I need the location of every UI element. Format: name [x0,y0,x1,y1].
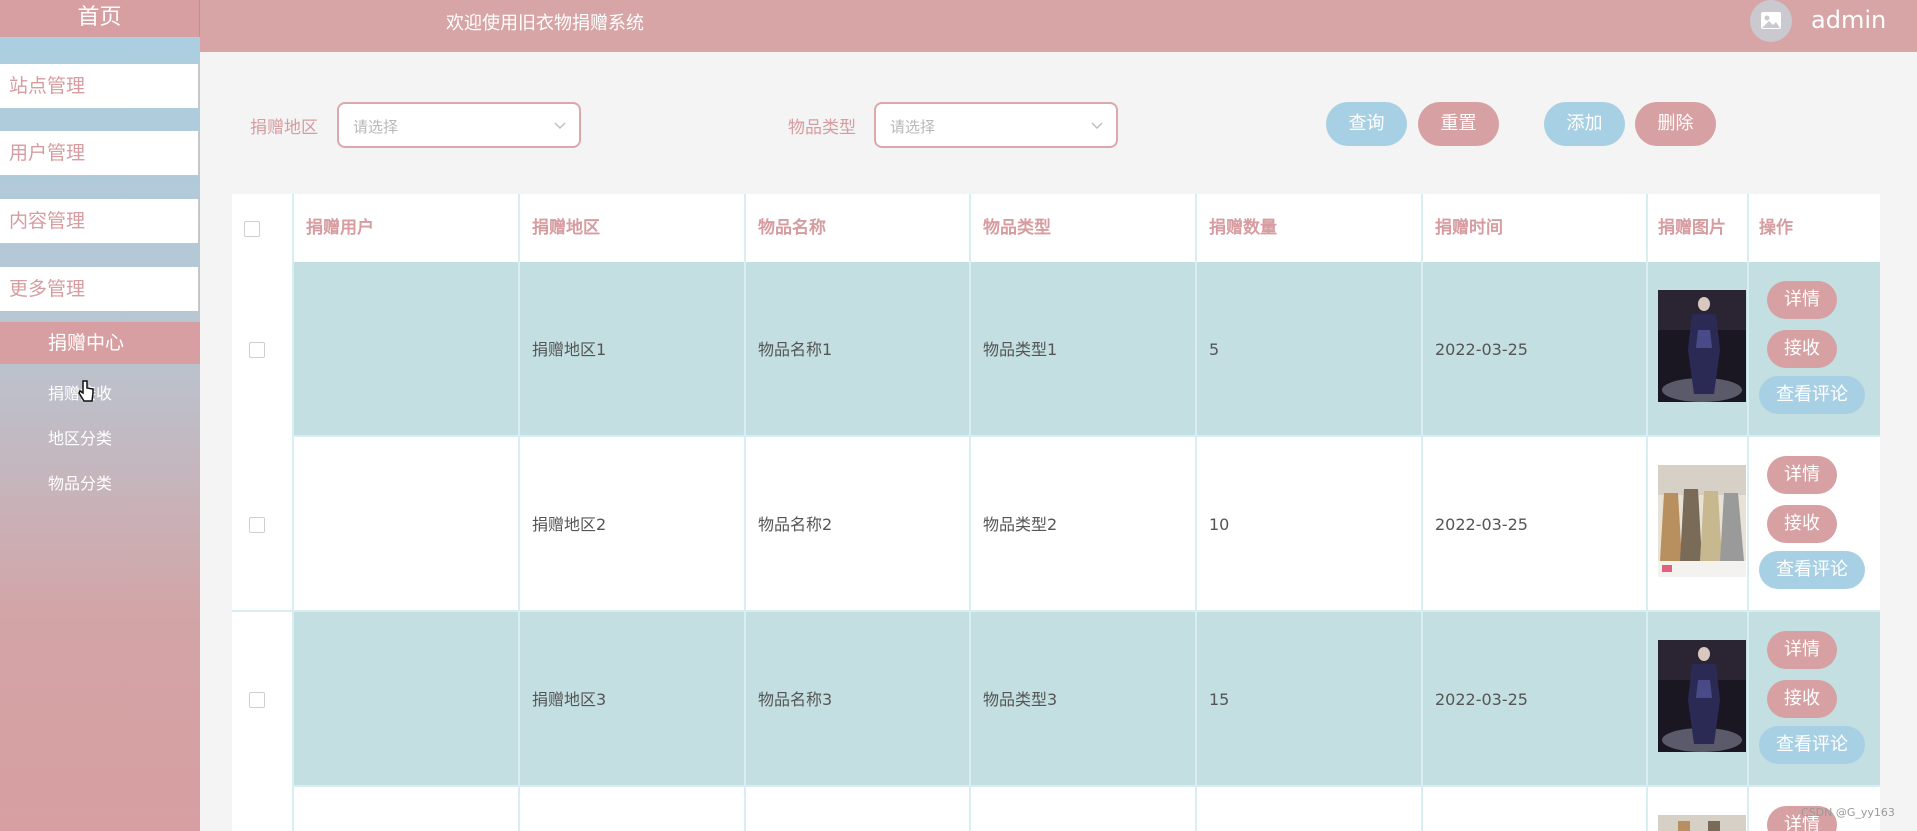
cell-region: 捐赠地区2 [520,437,746,612]
cell-item-name [746,787,971,831]
cell-item-name: 物品名称2 [746,437,971,612]
header-actions: 操作 [1749,194,1880,262]
type-select[interactable]: 请选择 [874,102,1118,148]
row-checkbox-cell [232,262,294,437]
table-header-row: 捐赠用户 捐赠地区 物品名称 物品类型 捐赠数量 捐赠时间 捐赠图片 操作 [232,194,1880,262]
receive-button[interactable]: 接收 [1767,680,1837,718]
menu-user-management[interactable]: 用户管理 [0,131,199,175]
region-select-placeholder: 请选择 [353,118,399,136]
header-item-name: 物品名称 [746,194,971,262]
cell-user [294,787,520,831]
cell-user [294,437,520,612]
detail-button[interactable]: 详情 [1767,456,1837,494]
header-quantity: 捐赠数量 [1197,194,1423,262]
view-comments-button[interactable]: 查看评论 [1759,551,1865,589]
menu-donation-center[interactable]: 捐赠中心 [0,322,200,364]
row-checkbox[interactable] [249,342,265,358]
sidebar-home[interactable]: 首页 [0,0,200,37]
cell-date: 2022-03-25 [1423,262,1648,437]
receive-button[interactable]: 接收 [1767,330,1837,368]
watermark: CSDN @G_yy163 [1801,806,1895,819]
cell-item-type: 物品类型1 [971,262,1197,437]
region-label: 捐赠地区 [250,118,318,138]
detail-button[interactable]: 详情 [1767,631,1837,669]
donation-image-gowns[interactable] [1658,815,1746,831]
cell-item-name: 物品名称3 [746,612,971,787]
avatar[interactable] [1750,0,1792,42]
header-region: 捐赠地区 [520,194,746,262]
donation-image-runway-dark[interactable] [1658,640,1746,752]
cell-region: 捐赠地区1 [520,262,746,437]
cell-quantity: 5 [1197,262,1423,437]
header-image: 捐赠图片 [1648,194,1749,262]
chevron-down-icon [1091,122,1103,130]
detail-button[interactable]: 详情 [1767,281,1837,319]
type-select-placeholder: 请选择 [890,118,936,136]
delete-button[interactable]: 删除 [1635,102,1716,146]
type-label: 物品类型 [788,118,856,138]
username[interactable]: admin [1811,6,1886,34]
cell-date: 2022-03-25 [1423,437,1648,612]
cell-date [1423,787,1648,831]
cell-quantity: 15 [1197,612,1423,787]
header-select-all-cell [232,194,294,262]
row-checkbox-cell [232,437,294,612]
row-checkbox-cell [232,612,294,787]
top-header: 欢迎使用旧衣物捐赠系统 admin [200,0,1917,52]
cell-quantity: 10 [1197,437,1423,612]
row-checkbox[interactable] [249,692,265,708]
receive-button[interactable]: 接收 [1767,505,1837,543]
header-user: 捐赠用户 [294,194,520,262]
donation-image-gowns[interactable] [1658,465,1746,577]
menu-more-management[interactable]: 更多管理 [0,267,199,311]
menu-content-management[interactable]: 内容管理 [0,199,199,243]
cell-item-type [971,787,1197,831]
hand-cursor-icon [78,380,94,402]
cell-actions: 详情 接收 查看评论 [1749,262,1880,437]
reset-button[interactable]: 重置 [1418,102,1499,146]
cell-region: 捐赠地区3 [520,612,746,787]
cell-image [1648,262,1749,437]
submenu-item-category[interactable]: 物品分类 [48,470,112,494]
cell-quantity [1197,787,1423,831]
menu-site-management[interactable]: 站点管理 [0,64,199,108]
image-icon [1761,12,1781,29]
welcome-text: 欢迎使用旧衣物捐赠系统 [446,13,644,34]
cell-item-type: 物品类型2 [971,437,1197,612]
region-select[interactable]: 请选择 [337,102,581,148]
row-checkbox[interactable] [249,517,265,533]
table-row: 捐赠地区1 物品名称1 物品类型1 5 2022-03-25 详情 接收 查看评… [232,262,1880,437]
cell-user [294,612,520,787]
select-all-checkbox[interactable] [244,221,260,237]
view-comments-button[interactable]: 查看评论 [1759,376,1865,414]
sidebar: 首页 站点管理 用户管理 内容管理 更多管理 捐赠中心 捐赠接收 地区分类 物品… [0,0,200,831]
view-comments-button[interactable]: 查看评论 [1759,726,1865,764]
header-date: 捐赠时间 [1423,194,1648,262]
query-button[interactable]: 查询 [1326,102,1407,146]
table-row-partial: 详情 [232,787,1880,831]
chevron-down-icon [554,122,566,130]
row-checkbox-cell [232,787,294,831]
header-item-type: 物品类型 [971,194,1197,262]
cell-actions: 详情 接收 查看评论 [1749,612,1880,787]
cell-item-type: 物品类型3 [971,612,1197,787]
cell-user [294,262,520,437]
cell-region [520,787,746,831]
cell-date: 2022-03-25 [1423,612,1648,787]
donation-image-runway-dark[interactable] [1658,290,1746,402]
table-row: 捐赠地区2 物品名称2 物品类型2 10 2022-03-25 详情 接收 查看… [232,437,1880,612]
cell-image [1648,612,1749,787]
submenu-region-category[interactable]: 地区分类 [48,425,112,449]
cell-image [1648,787,1749,831]
cell-item-name: 物品名称1 [746,262,971,437]
add-button[interactable]: 添加 [1544,102,1625,146]
cell-actions: 详情 接收 查看评论 [1749,437,1880,612]
table-row: 捐赠地区3 物品名称3 物品类型3 15 2022-03-25 详情 接收 查看… [232,612,1880,787]
cell-image [1648,437,1749,612]
